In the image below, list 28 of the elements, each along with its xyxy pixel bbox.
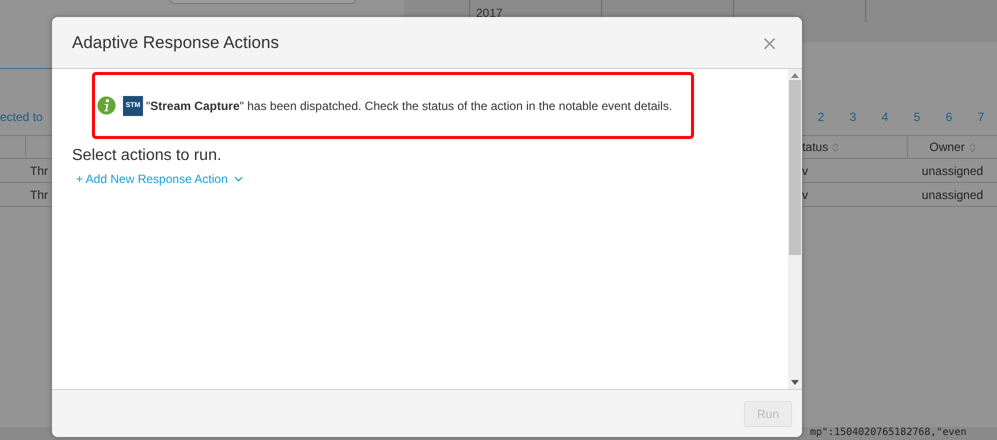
table-cell: Thr	[30, 164, 48, 178]
caret-icon[interactable]	[234, 176, 243, 182]
page-link[interactable]: 4	[869, 110, 901, 124]
scrollbar[interactable]	[788, 69, 802, 389]
filter-link[interactable]: ected to	[0, 110, 43, 124]
page-link[interactable]: 6	[933, 110, 965, 124]
page-link[interactable]: 7	[965, 110, 997, 124]
scroll-down-icon[interactable]	[791, 380, 799, 385]
sort-icon[interactable]	[832, 142, 840, 152]
modal-title: Adaptive Response Actions	[72, 32, 279, 52]
table-cell: unassigned	[922, 164, 984, 178]
alert-message: "Stream Capture" has been dispatched. Check the status of the action in the notable event details.	[146, 98, 672, 112]
page-link[interactable]: 5	[901, 110, 933, 124]
sort-icon[interactable]	[968, 142, 976, 152]
log-text: mp":1504020765182768,"even	[810, 427, 967, 440]
table-cell: v	[802, 188, 808, 202]
info-icon	[97, 96, 116, 115]
section-heading: Select actions to run.	[72, 147, 222, 165]
page-link[interactable]: 2	[805, 110, 837, 124]
table-cell: unassigned	[922, 188, 984, 202]
close-button[interactable]: ×	[757, 32, 782, 52]
add-action-link[interactable]: + Add New Response Action	[76, 172, 243, 186]
table-cell: Thr	[30, 188, 48, 202]
table-cell: v	[802, 164, 808, 178]
column-header[interactable]: Owner	[908, 136, 997, 158]
page-link[interactable]: 3	[837, 110, 869, 124]
axis-label: 2017	[476, 6, 504, 20]
scroll-up-icon[interactable]	[791, 73, 799, 78]
